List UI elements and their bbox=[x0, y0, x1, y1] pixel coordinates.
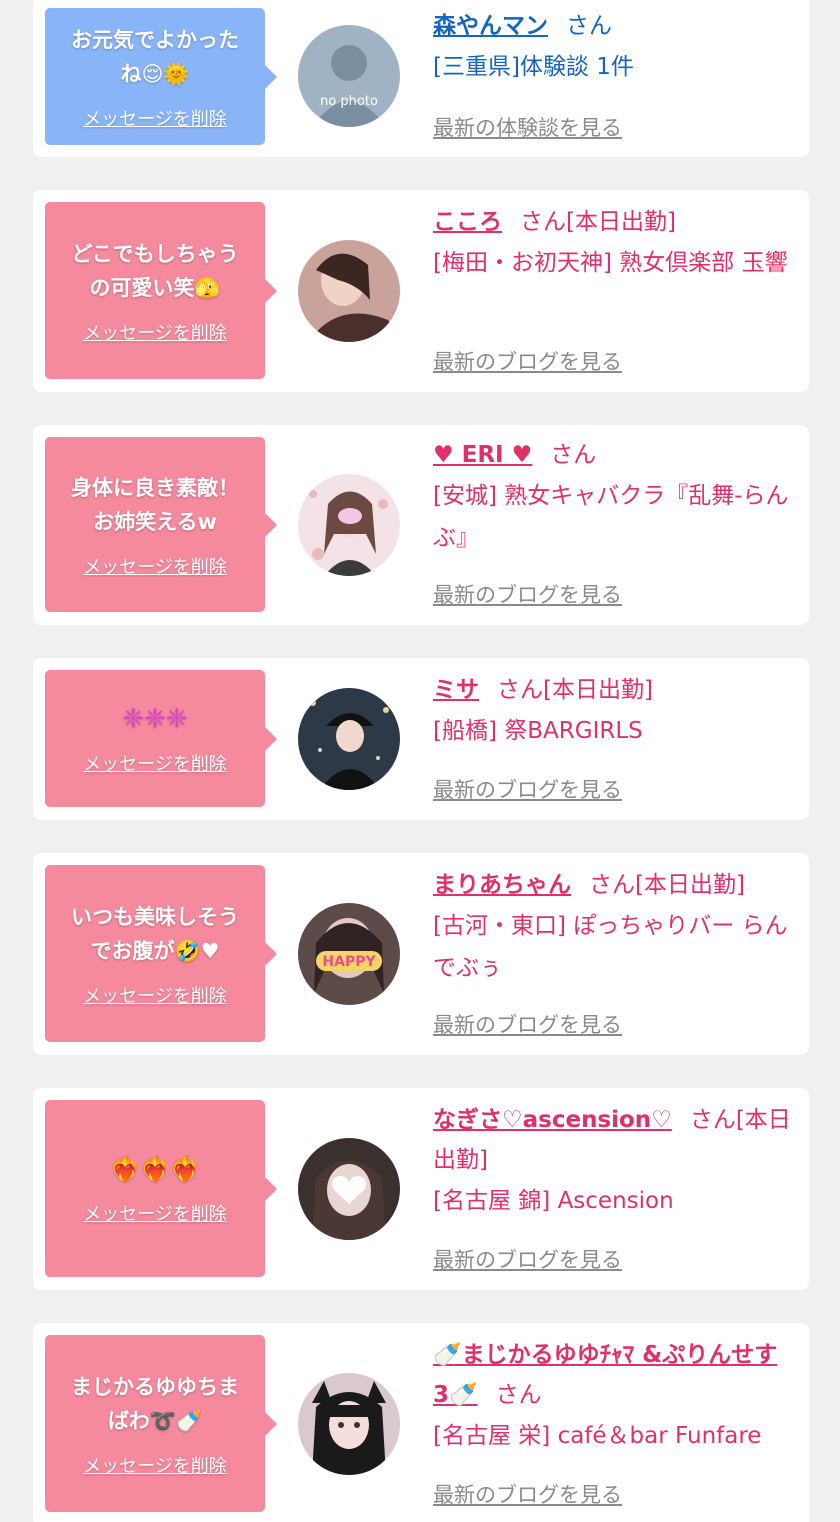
shop-detail: [梅田・お初天神] 熟女倶楽部 玉響 bbox=[433, 250, 788, 276]
shop-detail: [三重県]体験談 1件 bbox=[433, 54, 634, 80]
user-name-link[interactable]: 森やんマン bbox=[433, 13, 548, 39]
message-bubble: 身体に良き素敵！お姉笑えるw メッセージを削除 bbox=[45, 437, 277, 612]
message-bubble: まじかるゆゆちまばわ➰🍼 メッセージを削除 bbox=[45, 1335, 277, 1512]
delete-message-button[interactable]: メッセージを削除 bbox=[83, 1452, 227, 1478]
avatar-label: no photo bbox=[320, 94, 378, 109]
message-bubble: ❤‍🔥❤‍🔥❤‍🔥 メッセージを削除 bbox=[45, 1100, 277, 1277]
delete-message-button[interactable]: メッセージを削除 bbox=[83, 319, 227, 345]
delete-message-button[interactable]: メッセージを削除 bbox=[83, 750, 227, 776]
list-item: お元気でよかったね😌🌞 メッセージを削除 no photo 森やんマン さん [三… bbox=[33, 0, 809, 157]
shop-detail: [古河・東口] ぽっちゃりバー らんでぶぅ bbox=[433, 913, 788, 981]
name-suffix: さん bbox=[495, 1382, 542, 1408]
shop-detail: [名古屋 栄] café＆bar Funfare bbox=[433, 1423, 762, 1449]
message-text: 身体に良き素敵！お姉笑えるw bbox=[71, 475, 239, 534]
delete-message-button[interactable]: メッセージを削除 bbox=[83, 1200, 227, 1226]
message-bubble: お元気でよかったね😌🌞 メッセージを削除 bbox=[45, 8, 277, 145]
message-bubble: いつも美味しそうでお腹が🤣♥ メッセージを削除 bbox=[45, 865, 277, 1042]
delete-message-button[interactable]: メッセージを削除 bbox=[83, 105, 227, 131]
message-bubble: どこでもしちゃうの可愛い笑🫣 メッセージを削除 bbox=[45, 202, 277, 379]
name-suffix: さん[本日出勤] bbox=[520, 209, 676, 235]
entry-info: まりあちゃん さん[本日出勤] [古河・東口] ぽっちゃりバー らんでぶぅ bbox=[433, 865, 793, 989]
user-name-link[interactable]: まりあちゃん bbox=[433, 872, 571, 898]
latest-post-link[interactable]: 最新のブログを見る bbox=[433, 346, 622, 376]
name-suffix: さん[本日出勤] bbox=[497, 677, 653, 703]
avatar-label: HAPPY bbox=[322, 954, 376, 970]
message-list: お元気でよかったね😌🌞 メッセージを削除 no photo 森やんマン さん [三… bbox=[0, 0, 840, 1522]
shop-detail: [安城] 熟女キャバクラ『乱舞-らんぶ』 bbox=[433, 483, 789, 551]
message-text: どこでもしちゃうの可愛い笑🫣 bbox=[71, 241, 239, 300]
latest-post-link[interactable]: 最新の体験談を見る bbox=[433, 112, 622, 142]
message-text: ❈❈❈ bbox=[122, 703, 188, 734]
name-suffix: さん bbox=[566, 13, 612, 39]
message-text: いつも美味しそうでお腹が🤣♥ bbox=[71, 904, 239, 963]
entry-info: なぎさ♡ascension♡ さん[本日出勤] [名古屋 錦] Ascension bbox=[433, 1100, 793, 1222]
name-suffix: さん bbox=[550, 442, 597, 468]
entry-info: こころ さん[本日出勤] [梅田・お初天神] 熟女倶楽部 玉響 bbox=[433, 202, 793, 284]
latest-post-link[interactable]: 最新のブログを見る bbox=[433, 579, 622, 609]
message-bubble: ❈❈❈ メッセージを削除 bbox=[45, 670, 277, 807]
user-name-link[interactable]: 🍼まじかるゆゆﾁｬﾏ &ぷりんせす3🍼 bbox=[433, 1342, 777, 1408]
latest-post-link[interactable]: 最新のブログを見る bbox=[433, 1479, 622, 1509]
message-text: まじかるゆゆちまばわ➰🍼 bbox=[71, 1374, 239, 1433]
entry-info: ミサ さん[本日出勤] [船橋] 祭BARGIRLS bbox=[433, 670, 793, 752]
list-item: ❈❈❈ メッセージを削除 ミサ さん[本日出勤] [船橋] 祭BARGIRLS 最… bbox=[33, 658, 809, 820]
latest-post-link[interactable]: 最新のブログを見る bbox=[433, 1009, 622, 1039]
name-suffix: さん[本日出勤] bbox=[589, 872, 745, 898]
message-text: お元気でよかったね😌🌞 bbox=[71, 27, 239, 86]
list-item: どこでもしちゃうの可愛い笑🫣 メッセージを削除 こころ さん[本日出勤] [梅田・… bbox=[33, 190, 809, 392]
avatar[interactable] bbox=[298, 1138, 400, 1240]
user-name-link[interactable]: なぎさ♡ascension♡ bbox=[433, 1107, 672, 1133]
list-item: 身体に良き素敵！お姉笑えるw メッセージを削除 ♥ ERI ♥ さん [安城] 熟… bbox=[33, 425, 809, 625]
entry-info: ♥ ERI ♥ さん [安城] 熟女キャバクラ『乱舞-らんぶ』 bbox=[433, 435, 793, 559]
latest-post-link[interactable]: 最新のブログを見る bbox=[433, 1244, 622, 1274]
shop-detail: [船橋] 祭BARGIRLS bbox=[433, 718, 643, 744]
avatar[interactable]: HAPPY bbox=[298, 903, 400, 1005]
avatar[interactable]: no photo bbox=[298, 25, 400, 127]
delete-message-button[interactable]: メッセージを削除 bbox=[83, 982, 227, 1008]
entry-info: 🍼まじかるゆゆﾁｬﾏ &ぷりんせす3🍼 さん [名古屋 栄] café＆bar F… bbox=[433, 1335, 793, 1457]
list-item: いつも美味しそうでお腹が🤣♥ メッセージを削除 HAPPY まりあちゃん さん[本… bbox=[33, 853, 809, 1055]
latest-post-link[interactable]: 最新のブログを見る bbox=[433, 774, 622, 804]
avatar[interactable] bbox=[298, 688, 400, 790]
entry-info: 森やんマン さん [三重県]体験談 1件 bbox=[433, 6, 793, 88]
user-name-link[interactable]: ♥ ERI ♥ bbox=[433, 442, 532, 468]
list-item: まじかるゆゆちまばわ➰🍼 メッセージを削除 🍼まじかるゆゆﾁｬﾏ &ぷりんせす3… bbox=[33, 1323, 809, 1522]
shop-detail: [名古屋 錦] Ascension bbox=[433, 1188, 674, 1214]
avatar[interactable] bbox=[298, 240, 400, 342]
user-name-link[interactable]: ミサ bbox=[433, 677, 479, 703]
avatar[interactable] bbox=[298, 1373, 400, 1475]
delete-message-button[interactable]: メッセージを削除 bbox=[83, 553, 227, 579]
user-name-link[interactable]: こころ bbox=[433, 209, 502, 235]
avatar[interactable] bbox=[298, 474, 400, 576]
list-item: ❤‍🔥❤‍🔥❤‍🔥 メッセージを削除 なぎさ♡ascension♡ さん[本日出勤… bbox=[33, 1088, 809, 1290]
message-text: ❤‍🔥❤‍🔥❤‍🔥 bbox=[110, 1154, 200, 1183]
